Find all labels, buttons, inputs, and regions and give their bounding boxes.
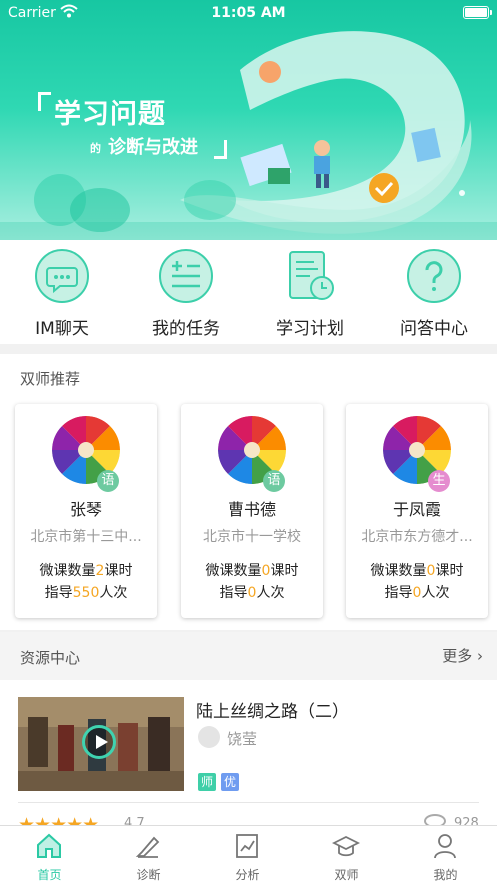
bracket-left [38,92,51,111]
author-avatar [198,726,220,748]
tab-label: 诊断 [136,868,161,882]
analysis-icon [236,834,258,858]
resource-item[interactable]: 陆上丝绸之路（二） 饶莹 师 优 ★★★★★ 4.7 928 [0,680,497,836]
bracket-right [214,140,227,159]
quick-action-label: IM聊天 [35,319,89,339]
quick-action-im-chat[interactable]: IM聊天 [0,240,124,344]
quick-action-my-tasks[interactable]: 我的任务 [124,240,248,344]
teacher-card[interactable]: 语 曹书德 北京市十一学校 微课数量0课时 指导0人次 [181,404,323,618]
tag-teacher: 师 [198,773,216,791]
tab-label: 我的 [433,868,458,882]
tab-diagnose[interactable]: 诊断 [99,826,198,884]
guide-count: 指导550人次 [44,585,128,601]
tag-excellent: 优 [221,773,239,791]
question-icon [407,249,461,303]
more-link[interactable]: 更多 › [442,645,483,666]
banner[interactable]: 学习问题 的 诊断与改进 [0,0,497,240]
recommend-section: 双师推荐 语 张琴 北京市第十三中... 微课数量2课时 指导550人次 语 曹… [0,354,497,630]
recommend-header: 双师推荐 [0,354,497,402]
resources-header: 资源中心 更多 › [0,632,497,680]
quick-action-study-plan[interactable]: 学习计划 [248,240,372,344]
banner-subline: 诊断与改进 [108,137,198,158]
task-list-icon [159,249,213,303]
subject-badge: 语 [263,470,285,492]
tab-mine[interactable]: 我的 [396,826,495,884]
tab-bar: 首页 诊断 分析 双师 我的 [0,825,497,884]
diagnose-icon [135,836,160,858]
home-icon [37,833,61,858]
banner-small-word: 的 [90,142,101,155]
battery-icon [463,6,492,19]
lesson-count: 微课数量0课时 [205,563,299,579]
tab-label: 双师 [334,868,359,882]
play-icon[interactable] [82,725,116,759]
teacher-school: 北京市十一学校 [203,529,301,545]
recommend-title: 双师推荐 [20,370,81,388]
chat-icon [35,249,89,303]
teacher-name: 张琴 [69,500,102,519]
mortarboard-icon [332,835,360,857]
divider [18,802,479,803]
quick-action-label: 我的任务 [152,319,220,339]
status-bar: Carrier 11:05 AM [0,0,497,26]
subject-badge: 生 [428,470,450,492]
teacher-school: 北京市东方德才... [361,529,473,545]
profile-icon [434,834,456,859]
tab-analysis[interactable]: 分析 [198,826,297,884]
banner-headline: 学习问题 [54,99,166,130]
quick-actions: IM聊天 我的任务 学习计划 问答中心 [0,240,497,344]
study-plan-icon [289,251,334,300]
quick-action-qa-center[interactable]: 问答中心 [372,240,496,344]
teacher-card[interactable]: 语 张琴 北京市第十三中... 微课数量2课时 指导550人次 [15,404,157,618]
quick-action-label: 学习计划 [276,319,344,339]
teacher-card[interactable]: 生 于凤霞 北京市东方德才... 微课数量0课时 指导0人次 [346,404,488,618]
tab-dual-teacher[interactable]: 双师 [297,826,396,884]
resource-title: 陆上丝绸之路（二） [196,702,349,722]
chevron-right-icon: › [477,647,483,665]
tab-label: 首页 [37,868,62,882]
video-thumbnail[interactable] [18,697,184,791]
quick-action-label: 问答中心 [400,319,468,339]
resources-title: 资源中心 [20,649,81,667]
tab-home[interactable]: 首页 [0,826,99,884]
tab-label: 分析 [235,868,260,882]
teacher-name: 于凤霞 [392,500,441,519]
status-time: 11:05 AM [211,5,286,21]
teacher-school: 北京市第十三中... [30,529,142,545]
guide-count: 指导0人次 [219,585,285,601]
subject-badge: 语 [97,470,119,492]
resource-author: 饶莹 [227,730,258,748]
guide-count: 指导0人次 [384,585,450,601]
teacher-name: 曹书德 [227,500,276,519]
lesson-count: 微课数量2课时 [39,563,133,579]
lesson-count: 微课数量0课时 [370,563,464,579]
